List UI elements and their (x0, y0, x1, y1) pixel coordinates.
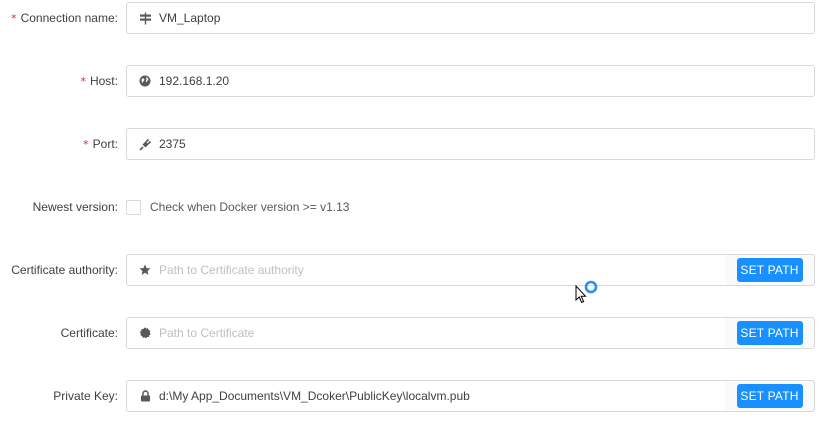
certificate-icon (138, 326, 152, 340)
private-key-addon: SET PATH (725, 380, 815, 412)
connection-form: * Connection name: VM_Laptop * Host: 192.1… (0, 0, 837, 421)
signpost-icon (138, 11, 152, 25)
certificate-set-path-button[interactable]: SET PATH (736, 321, 803, 345)
newest-version-checkbox[interactable] (126, 199, 141, 215)
connection-name-value: VM_Laptop (159, 11, 221, 25)
private-key-row: Private Key: d:\My App_Documents\VM_Dcok… (0, 380, 837, 412)
certificate-authority-label: Certificate authority: (11, 263, 118, 277)
required-marker: * (80, 75, 86, 88)
required-marker: * (11, 12, 17, 25)
host-row: * Host: 192.168.1.20 (0, 65, 837, 97)
private-key-set-path-button[interactable]: SET PATH (736, 384, 803, 408)
newest-version-label: Newest version: (32, 200, 118, 214)
port-value: 2375 (159, 137, 186, 151)
host-value: 192.168.1.20 (159, 74, 230, 88)
private-key-input[interactable]: d:\My App_Documents\VM_Dcoker\PublicKey\… (126, 380, 726, 412)
port-label: * Port: (83, 137, 118, 151)
required-marker: * (83, 138, 89, 151)
certificate-label: Certificate: (60, 326, 118, 340)
connection-name-row: * Connection name: VM_Laptop (0, 2, 837, 34)
star-icon (138, 263, 152, 277)
port-row: * Port: 2375 (0, 128, 837, 160)
certificate-authority-set-path-button[interactable]: SET PATH (736, 258, 803, 282)
certificate-addon: SET PATH (725, 317, 815, 349)
port-input[interactable]: 2375 (126, 128, 815, 160)
certificate-authority-addon: SET PATH (725, 254, 815, 286)
host-input[interactable]: 192.168.1.20 (126, 65, 815, 97)
host-label: * Host: (80, 74, 118, 88)
busy-cursor-icon (575, 280, 598, 304)
newest-version-checkbox-label[interactable]: Check when Docker version >= v1.13 (150, 200, 349, 214)
certificate-input[interactable]: Path to Certificate (126, 317, 726, 349)
lock-icon (138, 389, 152, 403)
connection-name-label: * Connection name: (11, 11, 118, 25)
certificate-row: Certificate: Path to Certificate SET PAT… (0, 317, 837, 349)
certificate-placeholder: Path to Certificate (159, 326, 255, 340)
certificate-authority-input[interactable]: Path to Certificate authority (126, 254, 726, 286)
connection-name-input[interactable]: VM_Laptop (126, 2, 815, 34)
private-key-label: Private Key: (53, 389, 118, 403)
private-key-value: d:\My App_Documents\VM_Dcoker\PublicKey\… (159, 389, 470, 403)
certificate-authority-placeholder: Path to Certificate authority (159, 263, 304, 277)
newest-version-row: Newest version: Check when Docker versio… (0, 191, 837, 223)
certificate-authority-row: Certificate authority: Path to Certifica… (0, 254, 837, 286)
globe-icon (138, 74, 152, 88)
plug-icon (138, 137, 152, 151)
